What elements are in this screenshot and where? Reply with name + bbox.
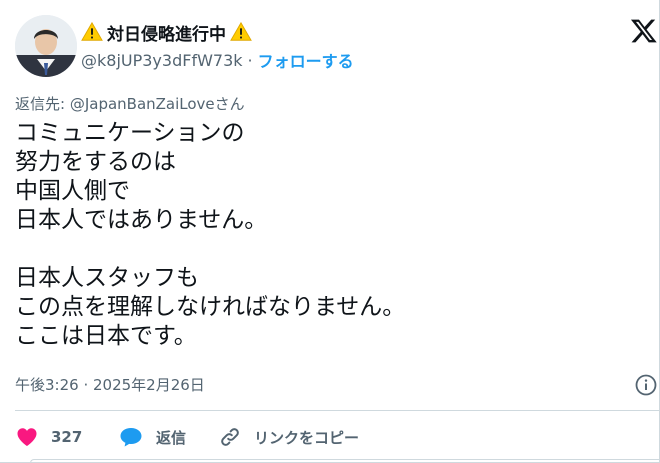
tweet-text-line: 中国人側で [15, 178, 130, 204]
copy-link-button[interactable]: リンクをコピー [218, 420, 359, 454]
reply-button[interactable]: 返信 [118, 420, 186, 454]
next-card-edge [30, 459, 660, 463]
heart-icon [17, 428, 37, 446]
avatar[interactable] [15, 15, 77, 77]
tweet-text-line: 日本人スタッフも [15, 265, 199, 291]
tweet-text-line [15, 235, 615, 264]
avatar-portrait [15, 15, 77, 77]
display-name[interactable]: 対日侵略進行中 [107, 20, 226, 45]
divider [15, 410, 660, 411]
tweet-text-line: 努力をするのは [15, 149, 176, 175]
copy-link-label: リンクをコピー [254, 428, 360, 447]
speech-bubble-icon [120, 428, 142, 447]
x-logo-icon[interactable] [630, 17, 658, 45]
tweet-text-line: コミュニケーションの [15, 120, 245, 146]
reply-to-label[interactable]: 返信先: @JapanBanZaiLoveさん [15, 93, 245, 114]
handle-row: @k8jUP3y3dFfW73k · フォローする [81, 48, 354, 72]
reply-label: 返信 [156, 428, 187, 447]
timestamp[interactable]: 午後3:26 · 2025年2月26日 [15, 374, 205, 395]
tweet-card: 対日侵略進行中 @k8jUP3y3dFfW73k · フォローする 返信先: @… [0, 0, 660, 463]
tweet-text-line: ここは日本です。 [15, 323, 197, 349]
info-icon[interactable] [634, 373, 658, 397]
separator-dot: · [247, 50, 253, 70]
like-count: 327 [51, 428, 83, 446]
tweet-text: コミュニケーションの 努力をするのは 中国人側で 日本人ではありません。 日本人… [15, 119, 615, 351]
warning-icon [230, 21, 252, 41]
follow-button[interactable]: フォローする [258, 48, 354, 72]
action-bar: 327 返信 リンクをコピー [15, 420, 655, 454]
link-icon [221, 428, 239, 446]
tweet-text-line: 日本人ではありません。 [15, 207, 268, 233]
display-name-row[interactable]: 対日侵略進行中 [81, 19, 252, 45]
user-handle[interactable]: @k8jUP3y3dFfW73k [81, 51, 243, 70]
tweet-text-line: この点を理解しなければなりません。 [15, 294, 406, 320]
author-info: 対日侵略進行中 @k8jUP3y3dFfW73k · フォローする [81, 19, 531, 75]
like-button[interactable]: 327 [15, 420, 82, 454]
warning-icon [81, 21, 103, 41]
tweet-header: 対日侵略進行中 @k8jUP3y3dFfW73k · フォローする [15, 15, 660, 77]
